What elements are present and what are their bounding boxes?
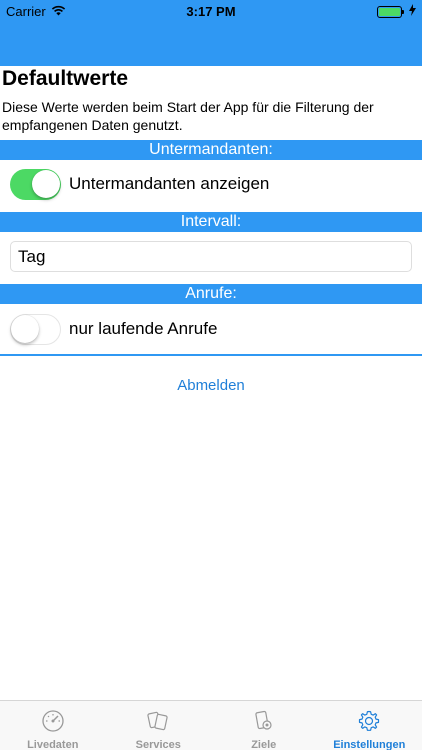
section-header-untermandanten: Untermandanten: bbox=[0, 140, 422, 160]
tab-ziele[interactable]: Ziele bbox=[211, 701, 317, 750]
phones-icon bbox=[146, 709, 170, 739]
status-right bbox=[377, 4, 416, 19]
logout-button[interactable]: Abmelden bbox=[0, 377, 422, 394]
tab-label: Livedaten bbox=[27, 739, 79, 750]
tab-bar: Livedaten Services Ziele Einstellungen bbox=[0, 700, 422, 750]
tab-label: Ziele bbox=[251, 739, 277, 750]
battery-icon bbox=[377, 5, 404, 18]
toggle-knob bbox=[32, 169, 60, 198]
toggle-knob bbox=[11, 314, 39, 343]
laufende-anrufe-toggle[interactable] bbox=[10, 313, 61, 345]
page-title: Defaultwerte bbox=[2, 67, 129, 90]
laufende-anrufe-toggle-label: nur laufende Anrufe bbox=[69, 319, 218, 338]
anrufe-row: nur laufende Anrufe bbox=[0, 306, 422, 352]
tab-label: Einstellungen bbox=[333, 739, 406, 750]
status-time: 3:17 PM bbox=[186, 4, 236, 19]
untermandanten-toggle[interactable] bbox=[10, 168, 61, 200]
page-description: Diese Werte werden beim Start der App fü… bbox=[2, 99, 374, 133]
tab-label: Services bbox=[135, 739, 181, 750]
phone-target-icon bbox=[252, 709, 276, 739]
untermandanten-row: Untermandanten anzeigen bbox=[0, 161, 422, 207]
speedometer-icon bbox=[41, 709, 65, 739]
gear-icon bbox=[357, 709, 381, 739]
charging-bolt-icon bbox=[409, 4, 416, 19]
tab-einstellungen[interactable]: Einstellungen bbox=[317, 701, 422, 750]
navigation-bar bbox=[0, 22, 422, 66]
tab-services[interactable]: Services bbox=[106, 701, 212, 750]
intervall-field[interactable]: Tag bbox=[10, 241, 412, 272]
untermandanten-toggle-label: Untermandanten anzeigen bbox=[69, 174, 270, 193]
section-header-anrufe: Anrufe: bbox=[0, 284, 422, 304]
tab-livedaten[interactable]: Livedaten bbox=[0, 701, 106, 750]
section-header-intervall: Intervall: bbox=[0, 212, 422, 232]
section-divider bbox=[0, 354, 422, 356]
status-bar: Carrier 3:17 PM bbox=[0, 0, 422, 22]
